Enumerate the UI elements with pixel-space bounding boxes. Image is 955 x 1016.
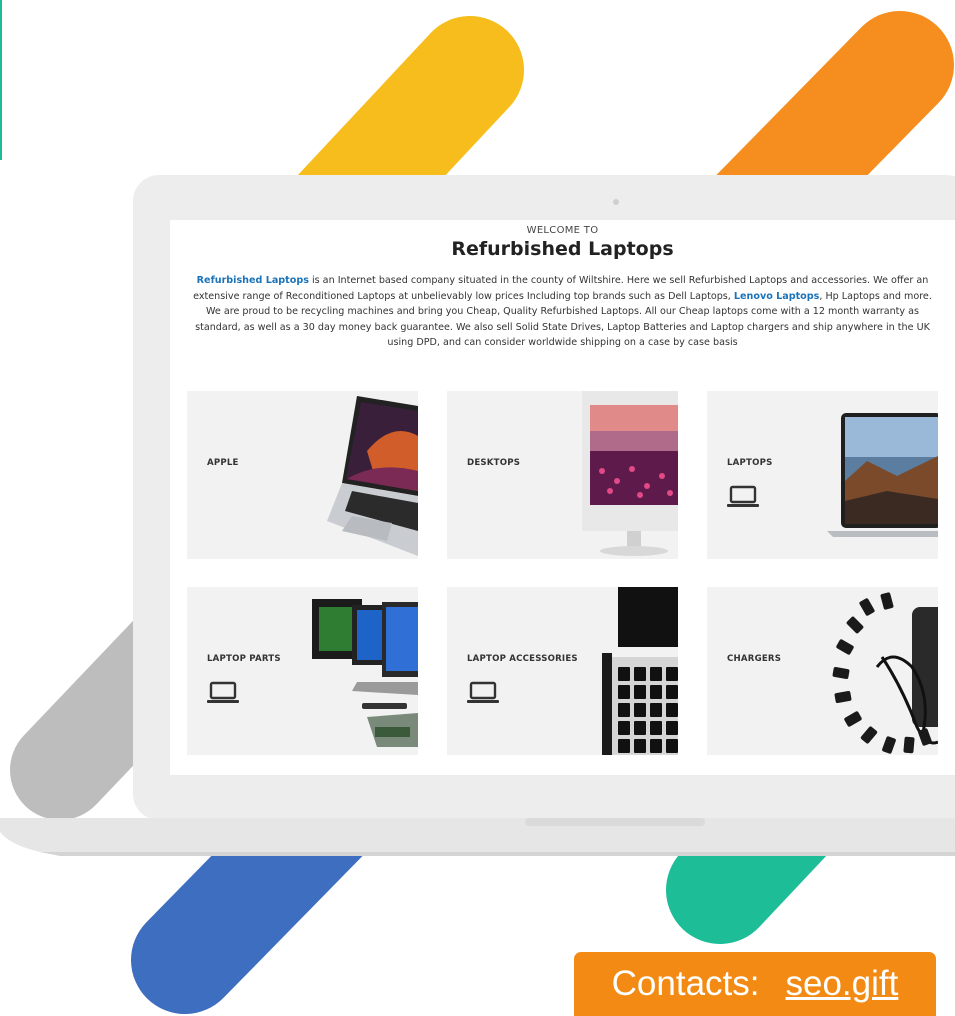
keyboard-image xyxy=(602,587,678,755)
category-label: LAPTOPS xyxy=(727,458,773,468)
accent-bar xyxy=(0,0,2,160)
category-tile-laptop-accessories[interactable]: LAPTOP ACCESSORIES xyxy=(447,587,678,755)
category-tile-laptop-parts[interactable]: LAPTOP PARTS xyxy=(187,587,418,755)
category-label: CHARGERS xyxy=(727,654,782,664)
category-label: APPLE xyxy=(207,458,239,468)
desktop-monitor-image xyxy=(582,391,678,556)
category-tile-apple[interactable]: APPLE xyxy=(187,391,418,559)
refurbished-laptops-link[interactable]: Refurbished Laptops xyxy=(197,275,309,286)
contacts-link[interactable]: seo.gift xyxy=(786,964,899,1004)
category-tile-laptops[interactable]: LAPTOPS xyxy=(707,391,938,559)
category-label: DESKTOPS xyxy=(467,458,521,468)
laptop-icon xyxy=(467,681,499,703)
page-title: Refurbished Laptops xyxy=(451,238,674,260)
laptop-icon xyxy=(727,485,759,507)
category-tile-chargers[interactable]: CHARGERS xyxy=(707,587,938,755)
laptop-hinge-notch xyxy=(525,818,705,826)
laptop-image xyxy=(827,413,938,537)
laptop-base xyxy=(0,818,955,852)
intro-paragraph: Refurbished Laptops is an Internet based… xyxy=(185,273,940,351)
category-label: LAPTOP PARTS xyxy=(207,654,281,664)
charger-tips-image xyxy=(832,592,938,754)
macbook-image xyxy=(327,396,418,556)
laptop-screen-content: WELCOME TO Refurbished Laptops Refurbish… xyxy=(170,220,955,775)
category-tile-desktops[interactable]: DESKTOPS xyxy=(447,391,678,559)
category-label: LAPTOP ACCESSORIES xyxy=(467,654,578,664)
welcome-label: WELCOME TO xyxy=(526,225,599,236)
webcam xyxy=(613,199,619,205)
contacts-banner: Contacts: seo.gift xyxy=(574,952,936,1016)
lenovo-laptops-link[interactable]: Lenovo Laptops xyxy=(734,291,819,302)
contacts-label: Contacts: xyxy=(611,964,760,1003)
laptop-icon xyxy=(207,681,239,703)
laptop-parts-image xyxy=(312,599,418,747)
